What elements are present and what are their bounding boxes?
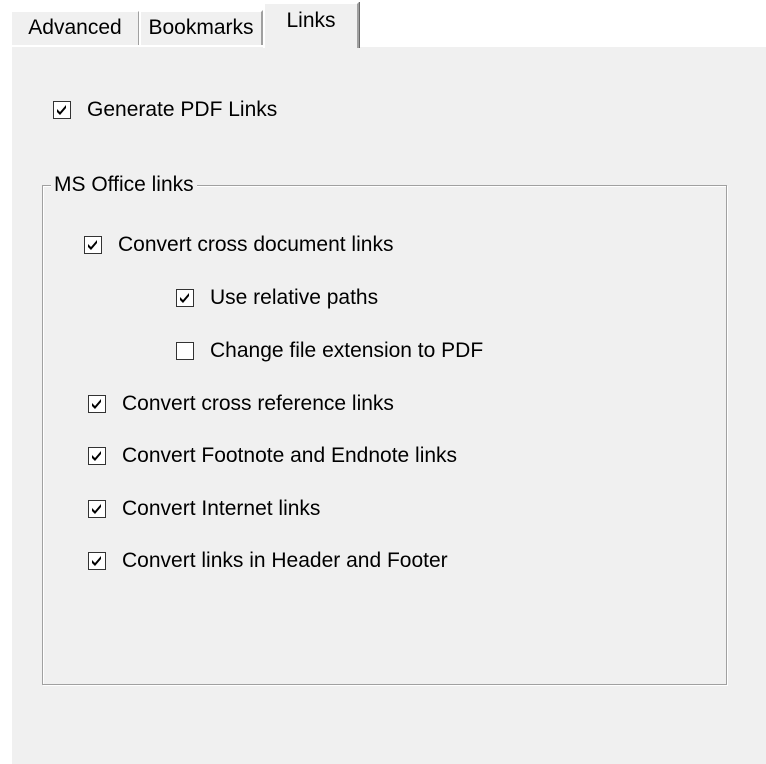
change-file-extension-checkbox[interactable]: Change file extension to PDF	[176, 339, 483, 363]
tab-bookmarks[interactable]: Bookmarks	[139, 10, 263, 46]
checkmark-icon	[92, 451, 101, 461]
checkmark-icon	[92, 504, 101, 514]
checkmark-icon	[92, 556, 101, 566]
use-relative-paths-label: Use relative paths	[210, 286, 379, 309]
checkmark-icon	[57, 105, 66, 115]
generate-pdf-links-checkbox[interactable]: Generate PDF Links	[53, 98, 277, 122]
links-options-panel: Advanced Bookmarks Links Generate PDF Li…	[0, 0, 766, 764]
checkbox-box	[176, 342, 194, 360]
checkbox-box	[53, 101, 71, 119]
use-relative-paths-checkbox[interactable]: Use relative paths	[176, 286, 378, 310]
checkbox-box	[84, 236, 102, 254]
convert-footnote-endnote-links-label: Convert Footnote and Endnote links	[122, 444, 458, 467]
convert-header-footer-links-checkbox[interactable]: Convert links in Header and Footer	[88, 549, 448, 573]
checkbox-box	[88, 447, 106, 465]
convert-cross-reference-links-label: Convert cross reference links	[122, 392, 394, 415]
checkbox-box	[176, 289, 194, 307]
checkmark-icon	[88, 240, 97, 250]
tab-page-links: Generate PDF Links MS Office links Conve…	[10, 45, 766, 764]
convert-internet-links-label: Convert Internet links	[122, 497, 321, 520]
tab-links[interactable]: Links	[263, 2, 359, 48]
checkmark-icon	[92, 399, 101, 409]
tab-advanced-label: Advanced	[28, 16, 122, 39]
convert-cross-document-links-checkbox[interactable]: Convert cross document links	[84, 233, 393, 257]
convert-header-footer-links-label: Convert links in Header and Footer	[122, 549, 448, 572]
convert-cross-reference-links-checkbox[interactable]: Convert cross reference links	[88, 392, 394, 416]
convert-cross-document-links-label: Convert cross document links	[118, 233, 394, 256]
checkbox-box	[88, 552, 106, 570]
convert-internet-links-checkbox[interactable]: Convert Internet links	[88, 497, 320, 521]
tab-advanced[interactable]: Advanced	[10, 10, 140, 46]
generate-pdf-links-label: Generate PDF Links	[87, 98, 278, 121]
ms-office-links-group: MS Office links	[42, 172, 727, 685]
checkmark-icon	[180, 293, 189, 303]
checkbox-box	[88, 500, 106, 518]
tab-bookmarks-label: Bookmarks	[148, 16, 254, 39]
tab-links-label: Links	[286, 9, 336, 32]
tab-strip: Advanced Bookmarks Links	[0, 0, 766, 48]
convert-footnote-endnote-links-checkbox[interactable]: Convert Footnote and Endnote links	[88, 444, 457, 468]
checkbox-box	[88, 395, 106, 413]
change-file-extension-label: Change file extension to PDF	[210, 339, 484, 362]
ms-office-links-group-title: MS Office links	[51, 172, 197, 198]
